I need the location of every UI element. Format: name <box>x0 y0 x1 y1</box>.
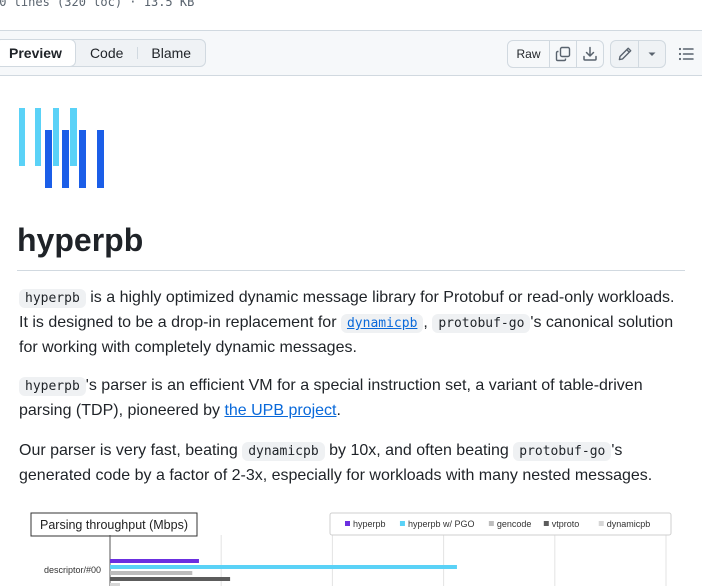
legend-label: hyperpb <box>353 519 386 529</box>
tab-code[interactable]: Code <box>76 40 137 66</box>
tab-blame[interactable]: Blame <box>137 40 205 66</box>
legend-swatch <box>598 521 604 526</box>
legend-label: hyperpb w/ PGO <box>408 519 475 529</box>
edit-file-button[interactable] <box>611 41 638 67</box>
dynamicpb-link[interactable]: dynamicpb <box>340 314 424 333</box>
chart-bar <box>110 559 199 563</box>
logo-bar <box>97 130 104 188</box>
raw-button[interactable]: Raw <box>508 41 549 67</box>
file-meta: 90 lines (320 loc) · 13.5 KB <box>0 0 194 15</box>
inline-code: hyperpb <box>19 289 86 308</box>
performance-paragraph: Our parser is very fast, beating dynamic… <box>19 439 685 488</box>
chart-bar <box>110 571 193 575</box>
pencil-icon <box>618 47 631 61</box>
legend-swatch <box>345 521 350 526</box>
copy-raw-button[interactable] <box>549 41 576 67</box>
chart-bar <box>110 565 457 569</box>
legend-label: dynamicpb <box>607 519 651 529</box>
logo-bar <box>62 130 69 188</box>
legend-label: gencode <box>497 519 532 529</box>
chart-bar <box>110 577 231 581</box>
logo-bar <box>35 108 41 166</box>
copy-icon <box>555 46 571 62</box>
list-unordered-icon[interactable] <box>677 45 695 63</box>
logo-bar <box>79 130 86 188</box>
hyperpb-logo <box>19 108 104 188</box>
throughput-chart: Parsing throughput (Mbps) hyperpb hyperpb … <box>29 511 673 586</box>
paragraph-text: by 10x, and often beating <box>324 442 514 459</box>
file-toolbar: Preview Code Blame Raw <box>0 30 702 76</box>
edit-group <box>610 40 666 68</box>
download-raw-button[interactable] <box>576 41 603 67</box>
paragraph-text: , <box>423 314 433 331</box>
inline-code: dynamicpb <box>242 442 325 461</box>
download-icon <box>583 46 597 61</box>
inline-code: protobuf-go <box>432 314 531 333</box>
legend-label: vtproto <box>552 519 580 529</box>
legend-swatch <box>488 521 494 526</box>
intro-paragraph: hyperpb is a highly optimized dynamic me… <box>19 286 685 360</box>
paragraph-text: . <box>336 402 341 419</box>
parser-paragraph: hyperpb's parser is an efficient VM for … <box>19 374 685 423</box>
inline-code: dynamicpb <box>340 314 424 333</box>
file-meta-separator: · <box>129 0 137 9</box>
readme-title: hyperpb <box>17 220 685 271</box>
logo-bar <box>19 108 25 166</box>
file-line-count: 90 lines (320 loc) <box>0 0 123 9</box>
triangle-down-icon <box>648 52 656 56</box>
logo-bar <box>70 108 77 166</box>
inline-code: hyperpb <box>19 377 86 396</box>
legend-swatch <box>543 521 549 526</box>
file-size: 13.5 KB <box>143 0 195 9</box>
tab-preview[interactable]: Preview <box>0 39 76 67</box>
raw-copy-download-group: Raw <box>507 40 604 68</box>
chart-title: Parsing throughput (Mbps) <box>40 518 188 532</box>
paragraph-text: Our parser is very fast, beating <box>19 442 243 459</box>
logo-bar <box>45 130 52 188</box>
inline-code: protobuf-go <box>513 442 612 461</box>
logo-bar <box>53 108 59 166</box>
upb-project-link[interactable]: the UPB project <box>224 402 336 419</box>
view-mode-switch: Preview Code Blame <box>0 39 207 67</box>
legend-swatch <box>399 521 405 526</box>
throughput-chart-svg: Parsing throughput (Mbps) hyperpb hyperpb … <box>30 512 672 586</box>
category-label: descriptor/#00 <box>44 565 101 575</box>
more-edit-options-button[interactable] <box>638 41 665 67</box>
